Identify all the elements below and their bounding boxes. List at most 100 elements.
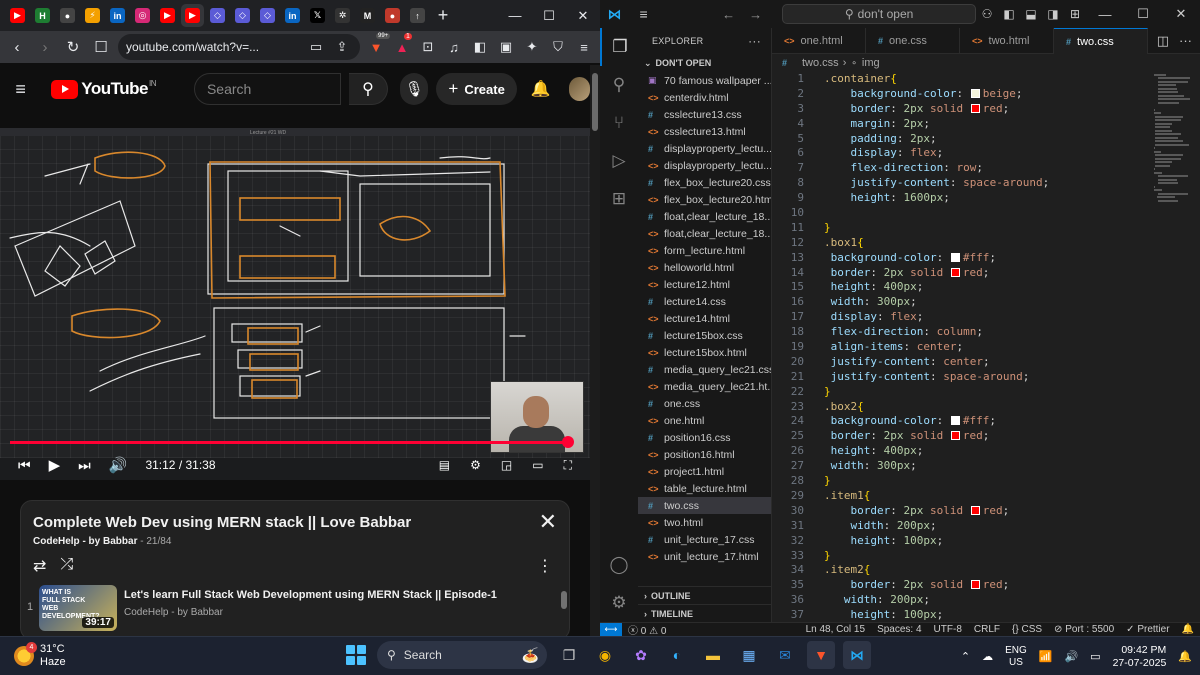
code-editor[interactable]: 1 .container{2 background-color: beige; 3 … [772, 72, 1152, 622]
file-explorer-icon[interactable]: ▬ [699, 641, 727, 669]
file-item[interactable]: <> flex_box_lecture20.html [638, 191, 771, 208]
code-icon[interactable]: ◇ [231, 4, 254, 27]
youtube-logo[interactable]: YouTube IN [51, 79, 156, 99]
notifications-icon[interactable]: 🔔 [1176, 624, 1200, 635]
line-ending[interactable]: CRLF [968, 624, 1006, 635]
more-icon[interactable]: ··· [748, 34, 761, 48]
medium-icon[interactable]: M [356, 4, 379, 27]
file-item[interactable]: <> position16.html [638, 446, 771, 463]
timeline-section[interactable]: › TIMELINE [638, 604, 772, 622]
tab-one-html[interactable]: <> one.html [772, 28, 866, 54]
manage-gear-icon[interactable]: ⚙ [600, 584, 638, 622]
file-item[interactable]: # float,clear_lecture_18.... [638, 208, 771, 225]
browser-scrollbar[interactable] [590, 65, 600, 636]
live-server-port[interactable]: ⊘ Port : 5500 [1048, 624, 1120, 635]
instagram-icon[interactable]: ◎ [131, 4, 154, 27]
miniplayer-icon[interactable]: ◲ [501, 458, 512, 473]
linkedin-icon[interactable]: in [106, 4, 129, 27]
customize-layout-icon[interactable]: ⊞ [1064, 7, 1086, 21]
maximize-icon[interactable]: ☐ [1124, 6, 1162, 22]
screenshot-icon[interactable]: ⊡ [418, 37, 438, 57]
extensions-icon[interactable]: ⊞ [600, 180, 638, 218]
url-field[interactable]: youtube.com/watch?v=... ▭ ⇪ [118, 34, 360, 60]
minimize-icon[interactable]: — [498, 0, 532, 31]
search-icon[interactable]: ⚲ [600, 66, 638, 104]
file-item[interactable]: ▣ 70 famous wallpaper ... [638, 72, 771, 89]
file-item[interactable]: # two.css [638, 497, 771, 514]
folder-section[interactable]: ⌄ DON'T OPEN [638, 54, 771, 72]
minimize-icon[interactable]: — [1086, 7, 1124, 22]
file-item[interactable]: <> float,clear_lecture_18.... [638, 225, 771, 242]
avatar[interactable] [568, 77, 590, 101]
file-item[interactable]: <> table_lecture.html [638, 480, 771, 497]
more-icon[interactable]: ··· [1179, 33, 1192, 48]
volume-icon[interactable]: 🔊 [109, 456, 128, 474]
bookmark-icon[interactable]: ☐ [90, 36, 112, 58]
file-item[interactable]: # flex_box_lecture20.css [638, 174, 771, 191]
file-item[interactable]: # lecture15box.css [638, 327, 771, 344]
file-item[interactable]: # unit_lecture_17.css [638, 531, 771, 548]
browser-scrollbar-thumb[interactable] [592, 73, 598, 131]
account-icon[interactable]: ◯ [600, 546, 638, 584]
create-button[interactable]: + Create [436, 73, 517, 105]
copilot-icon[interactable]: ✿ [627, 641, 655, 669]
youtube-icon[interactable]: ▶ [156, 4, 179, 27]
more-icon[interactable]: ⋮ [537, 556, 553, 576]
taskbar-search[interactable]: ⚲ Search 🍝 [377, 641, 547, 669]
notifications-icon[interactable]: 🔔 [531, 79, 551, 99]
file-item[interactable]: # lecture14.css [638, 293, 771, 310]
file-item[interactable]: <> lecture15box.html [638, 344, 771, 361]
microphone-icon[interactable]: 🎙 [400, 73, 429, 105]
file-item[interactable]: <> one.html [638, 412, 771, 429]
play-icon[interactable]: ▶ [49, 456, 61, 474]
prettier-status[interactable]: ✓ Prettier [1120, 624, 1175, 635]
leo-ai-icon[interactable]: ✦ [522, 37, 542, 57]
subtitles-icon[interactable]: ▤ [439, 458, 450, 473]
weather-widget[interactable]: 4 31°C Haze [0, 642, 66, 669]
file-item[interactable]: # media_query_lec21.css [638, 361, 771, 378]
video-player[interactable]: Lecture #21 WD ⏮ ▶ ⏭ 🔊 31:12 / 31:38 ▤ ⚙… [0, 128, 590, 480]
remote-icon[interactable]: ⟷ [600, 622, 622, 636]
loop-icon[interactable]: ⇄ [33, 556, 46, 576]
breadcrumb-file[interactable]: two.css [802, 57, 839, 69]
previous-icon[interactable]: ⏮ [18, 457, 31, 474]
file-item[interactable]: <> form_lecture.html [638, 242, 771, 259]
tab-one-css[interactable]: # one.css [866, 28, 960, 54]
source-control-icon[interactable]: ⑂ [600, 104, 638, 142]
openai-icon[interactable]: ✲ [331, 4, 354, 27]
cast-icon[interactable]: ▭ [306, 37, 326, 57]
next-icon[interactable]: ⏭ [78, 457, 91, 474]
back-icon[interactable]: ← [722, 7, 735, 22]
language-indicator[interactable]: ENG US [1005, 645, 1027, 669]
file-item[interactable]: <> project1.html [638, 463, 771, 480]
minimap[interactable] [1154, 72, 1194, 202]
run-debug-icon[interactable]: ▷ [600, 142, 638, 180]
media-icon[interactable]: ♫ [444, 37, 464, 57]
playlist-title[interactable]: Complete Web Dev using MERN stack || Lov… [33, 514, 411, 531]
wifi-icon[interactable]: 📶 [1039, 650, 1053, 663]
clock[interactable]: 09:42 PM 27-07-2025 [1113, 644, 1167, 670]
notification-bell-icon[interactable]: 🔔 [1178, 650, 1192, 663]
search-icon[interactable]: ⚲ [348, 73, 389, 105]
record-icon[interactable]: ● [381, 4, 404, 27]
store-icon[interactable]: ▦ [735, 641, 763, 669]
rewards-icon[interactable]: ▲ 1 [392, 33, 412, 57]
file-item[interactable]: <> media_query_lec21.ht... [638, 378, 771, 395]
progress-scrubber[interactable] [562, 436, 575, 448]
cloud-icon[interactable]: ☁ [982, 650, 993, 663]
youtube-icon[interactable]: ▶ [181, 4, 204, 27]
brave-shields-icon[interactable]: ▼ 99+ [366, 33, 391, 57]
forward-icon[interactable]: › [34, 36, 56, 58]
video-thumbnail[interactable]: WHAT IS FULL STACK WEB DEVELOPMENT? 39:1… [39, 585, 117, 631]
chrome-icon[interactable]: ◉ [591, 641, 619, 669]
task-view-icon[interactable]: ❐ [555, 641, 583, 669]
code-icon[interactable]: ◇ [206, 4, 229, 27]
command-center-search[interactable]: ⚲ don't open [782, 4, 976, 24]
cursor-position[interactable]: Ln 48, Col 15 [800, 624, 872, 635]
playlist-channel[interactable]: CodeHelp - by Babbar [33, 536, 137, 547]
file-item[interactable]: <> helloworld.html [638, 259, 771, 276]
progress-bar[interactable] [10, 441, 569, 444]
problems-indicator[interactable]: ⓧ 0 ⚠ 0 [622, 622, 672, 636]
bolt-icon[interactable]: ⚡ [81, 4, 104, 27]
video-title[interactable]: Let's learn Full Stack Web Development u… [124, 589, 544, 601]
